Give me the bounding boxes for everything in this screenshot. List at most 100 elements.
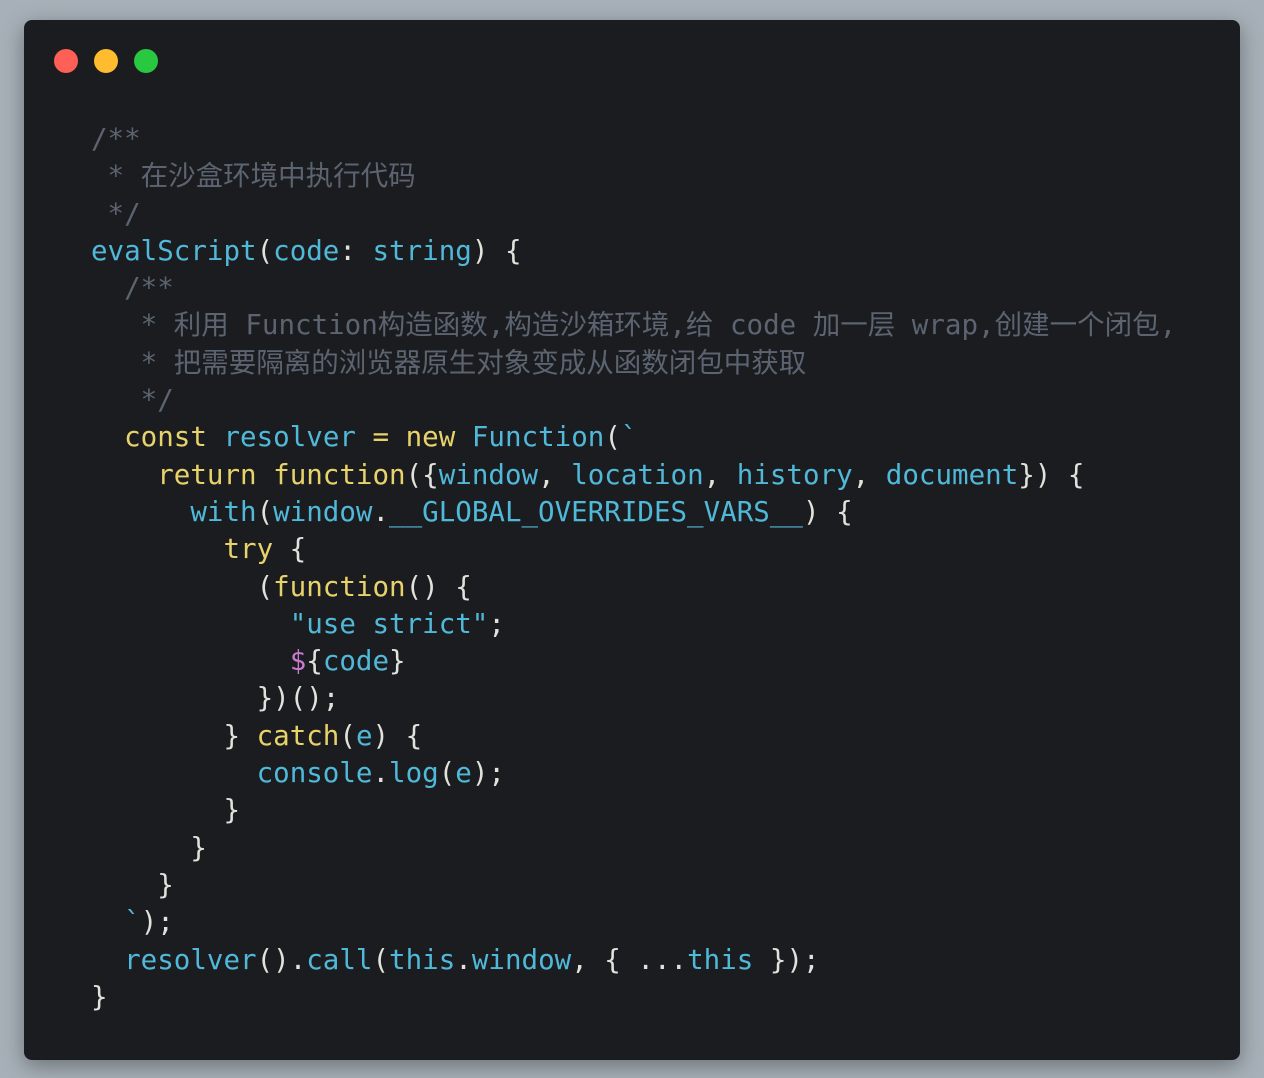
code-line: } bbox=[91, 830, 1176, 867]
code-token: ( bbox=[372, 943, 390, 976]
code-token: }) { bbox=[1018, 458, 1085, 491]
code-token: } bbox=[91, 831, 207, 864]
code-token: } bbox=[389, 645, 406, 678]
code-token: try bbox=[223, 533, 274, 566]
code-token: ( bbox=[91, 570, 274, 603]
code-line: with(window.__GLOBAL_OVERRIDES_VARS__) { bbox=[91, 494, 1176, 531]
code-token: code bbox=[273, 234, 340, 267]
code-token: console bbox=[256, 757, 373, 790]
code-token: this bbox=[389, 943, 456, 976]
code-token: evalScript bbox=[91, 234, 257, 267]
code-token: this bbox=[687, 943, 754, 976]
code-token: "use strict" bbox=[289, 607, 489, 640]
code-token: ( bbox=[256, 495, 274, 528]
code-token: ) { bbox=[372, 719, 423, 752]
code-token: ); bbox=[471, 757, 505, 790]
code-line: resolver().call(this.window, { ...this }… bbox=[91, 942, 1176, 979]
code-token: ( bbox=[604, 421, 621, 454]
code-token: window bbox=[471, 943, 572, 976]
code-line: const resolver = new Function(` bbox=[91, 419, 1176, 456]
code-token: code bbox=[322, 645, 390, 678]
code-token: resolver bbox=[223, 421, 356, 454]
code-token: ( bbox=[438, 757, 456, 790]
code-token: Function bbox=[471, 421, 605, 454]
code-token: ; bbox=[488, 607, 505, 640]
code-token: } bbox=[91, 868, 174, 901]
code-token: log bbox=[389, 757, 439, 790]
code-line: /** bbox=[91, 121, 1176, 158]
code-token: ( bbox=[339, 719, 356, 752]
code-line: /** bbox=[91, 270, 1176, 307]
code-line: } bbox=[91, 792, 1176, 829]
code-token: ) { bbox=[802, 495, 853, 528]
zoom-button[interactable] bbox=[134, 49, 158, 73]
code-token: ({ bbox=[405, 458, 439, 491]
code-token: ); bbox=[140, 906, 174, 939]
code-token: e bbox=[455, 757, 472, 790]
code-line: */ bbox=[91, 382, 1176, 419]
code-line: console.log(e); bbox=[91, 755, 1176, 792]
code-line: } catch(e) { bbox=[91, 718, 1176, 755]
code-token: }); bbox=[753, 943, 820, 976]
code-token: * 利用 Function构造函数,构造沙箱环境,给 code 加一层 wrap… bbox=[91, 309, 1177, 342]
code-line: try { bbox=[91, 531, 1176, 568]
code-token: window bbox=[273, 495, 373, 528]
code-token: const bbox=[124, 421, 207, 454]
code-block: /** * 在沙盒环境中执行代码 */ evalScript ( code: stri… bbox=[91, 121, 1176, 1016]
code-line: } bbox=[91, 979, 1176, 1016]
code-token: * 把需要隔离的浏览器原生对象变成从函数闭包中获取 bbox=[91, 346, 807, 379]
code-token: string bbox=[372, 234, 472, 267]
code-token: } bbox=[91, 980, 108, 1013]
code-token: : bbox=[339, 234, 373, 267]
code-line: * 利用 Function构造函数,构造沙箱环境,给 code 加一层 wrap… bbox=[91, 307, 1176, 344]
code-token: function bbox=[273, 458, 406, 491]
code-token: window bbox=[438, 458, 539, 491]
code-token: } bbox=[91, 719, 257, 752]
code-line: return function({window, location, histo… bbox=[91, 457, 1176, 494]
code-token: /** bbox=[91, 123, 141, 155]
code-token: */ bbox=[91, 197, 141, 230]
code-token: catch bbox=[256, 719, 340, 752]
code-token: return bbox=[157, 458, 257, 491]
code-token: resolver bbox=[124, 943, 257, 976]
code-token: history bbox=[736, 458, 853, 491]
code-line: * 把需要隔离的浏览器原生对象变成从函数闭包中获取 bbox=[91, 345, 1176, 382]
code-token: , bbox=[703, 458, 737, 491]
code-token: . bbox=[372, 757, 390, 790]
code-token: with bbox=[190, 495, 257, 528]
code-token: ` bbox=[620, 421, 638, 454]
code-line: * 在沙盒环境中执行代码 bbox=[91, 158, 1176, 195]
code-token: } bbox=[91, 794, 241, 827]
code-line: `); bbox=[91, 904, 1176, 941]
close-button[interactable] bbox=[54, 49, 78, 73]
code-token: * 在沙盒环境中执行代码 bbox=[91, 160, 416, 193]
code-token: { bbox=[306, 645, 323, 678]
code-line: "use strict"; bbox=[91, 606, 1176, 643]
code-token: location bbox=[571, 458, 704, 491]
code-token: function bbox=[273, 570, 406, 603]
code-token: , { ... bbox=[571, 943, 688, 976]
code-token: . bbox=[455, 943, 472, 976]
code-token: */ bbox=[91, 384, 174, 417]
code-token: })(); bbox=[91, 682, 340, 715]
code-window: /** * 在沙盒环境中执行代码 */ evalScript ( code: stri… bbox=[24, 20, 1240, 1060]
code-token: ` bbox=[124, 906, 141, 939]
code-line: */ bbox=[91, 196, 1176, 233]
window-controls bbox=[54, 49, 158, 73]
code-token: call bbox=[306, 943, 373, 976]
minimize-button[interactable] bbox=[94, 49, 118, 73]
code-token: e bbox=[355, 719, 373, 752]
